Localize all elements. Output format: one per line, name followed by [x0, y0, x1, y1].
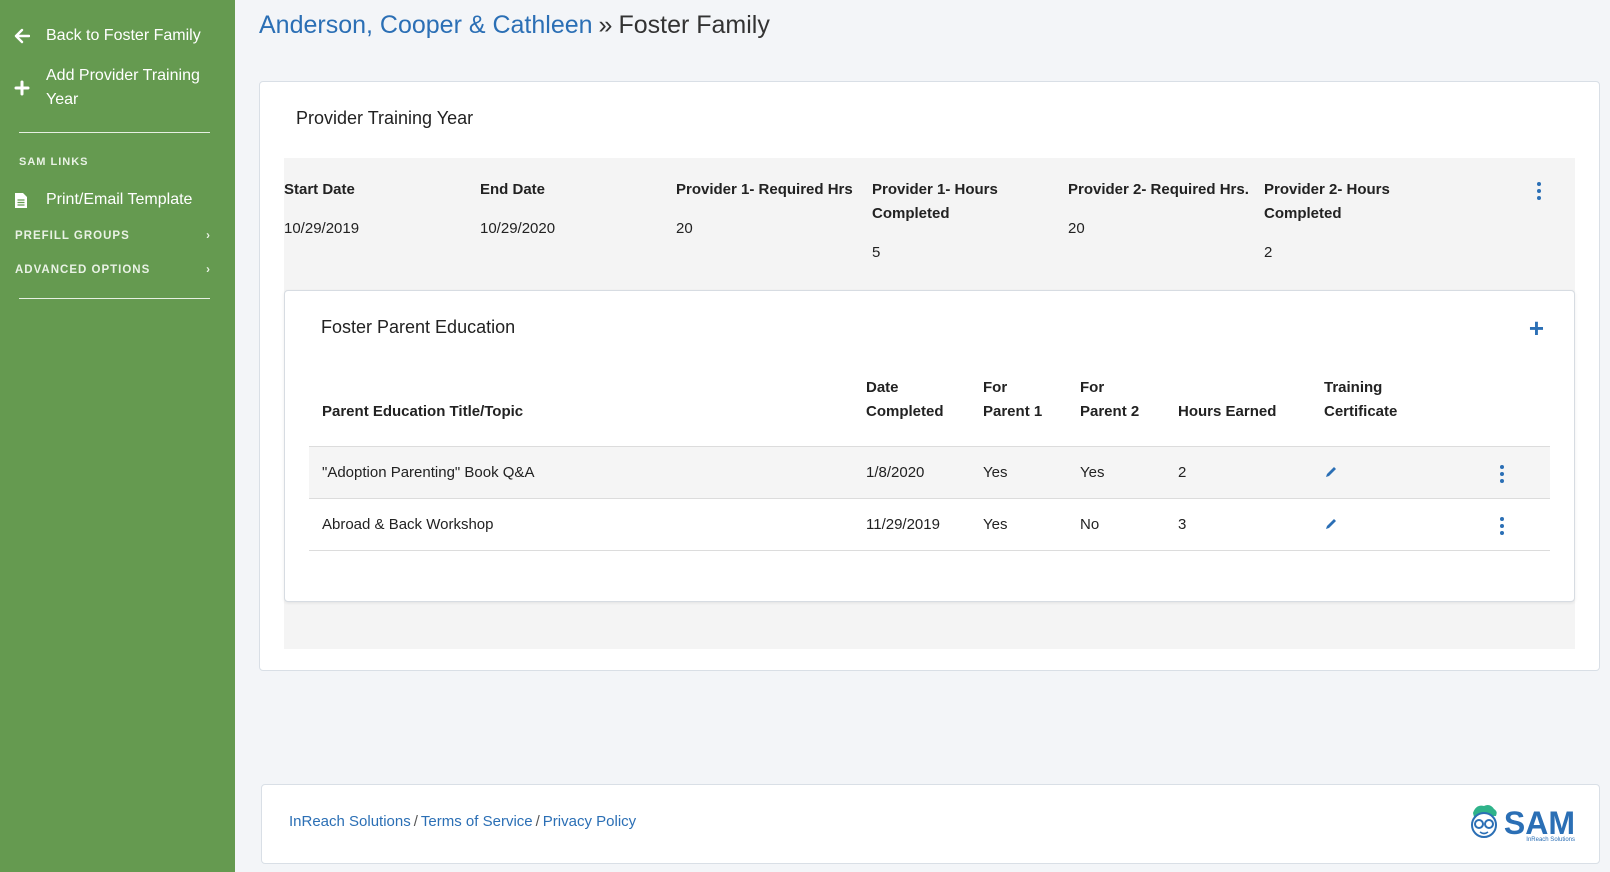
cell-parent1: Yes: [983, 516, 1008, 533]
field-label: Provider 1- Hours Completed: [872, 181, 998, 222]
cell-topic: "Adoption Parenting" Book Q&A: [322, 464, 535, 481]
edit-certificate-pencil-icon[interactable]: [1324, 517, 1338, 531]
print-email-template-label: Print/Email Template: [46, 191, 193, 208]
cell-parent2: Yes: [1080, 464, 1105, 481]
prefill-groups-menu[interactable]: PREFILL GROUPS ›: [15, 230, 211, 242]
header-topic: Parent Education Title/Topic: [322, 403, 524, 420]
field-label: Provider 1- Required Hrs: [676, 181, 853, 198]
footer-links: InReach Solutions / Terms of Service / Priva…: [289, 813, 636, 830]
table-row: "Adoption Parenting" Book Q&A 1/8/2020 Y…: [309, 447, 1550, 499]
field-value: 5: [872, 244, 881, 261]
field-value: 20: [676, 220, 693, 237]
cell-topic: Abroad & Back Workshop: [322, 516, 494, 533]
prefill-groups-label: PREFILL GROUPS: [15, 230, 130, 242]
header-training-certificate: Training Certificate: [1324, 379, 1398, 420]
education-table: Parent Education Title/Topic Date Comple…: [309, 379, 1550, 551]
sam-logo: SAM InReach Solutions: [1468, 803, 1575, 843]
field-label: Provider 2- Hours Completed: [1264, 181, 1390, 222]
cell-date: 11/29/2019: [866, 516, 940, 533]
foster-parent-education-card: Foster Parent Education + Parent Educati…: [284, 290, 1575, 602]
advanced-options-label: ADVANCED OPTIONS: [15, 264, 151, 276]
sidebar-divider: [19, 298, 210, 299]
cell-date: 1/8/2020: [866, 464, 925, 481]
cell-hours: 3: [1178, 516, 1187, 533]
cell-parent1: Yes: [983, 464, 1008, 481]
end-date-field: End Date 10/29/2020: [480, 158, 670, 241]
add-provider-training-year-label: Add Provider Training Year: [46, 67, 200, 108]
privacy-policy-link[interactable]: Privacy Policy: [543, 813, 636, 830]
card-title: Provider Training Year: [296, 108, 474, 128]
field-value: 10/29/2020: [480, 220, 556, 237]
cell-parent2: No: [1080, 516, 1100, 533]
sidebar: Back to Foster Family Add Provider Train…: [0, 0, 235, 872]
advanced-options-menu[interactable]: ADVANCED OPTIONS ›: [15, 264, 211, 276]
sam-mascot-icon: [1470, 805, 1497, 838]
header-hours-earned: Hours Earned: [1178, 403, 1277, 420]
back-to-foster-family-label: Back to Foster Family: [46, 27, 201, 44]
footer: InReach Solutions / Terms of Service / Priva…: [261, 784, 1600, 864]
row-more-options-icon[interactable]: [1497, 517, 1507, 535]
provider2-required-hrs-field: Provider 2- Required Hrs. 20: [1068, 158, 1258, 241]
field-value: 10/29/2019: [284, 220, 360, 237]
cell-hours: 2: [1178, 464, 1187, 481]
header-date-completed: Date Completed: [866, 379, 944, 420]
provider1-hours-completed-field: Provider 1- Hours Completed 5: [872, 158, 1062, 265]
chevron-right-icon: ›: [206, 264, 211, 276]
terms-of-service-link[interactable]: Terms of Service: [421, 813, 533, 830]
row-more-options-icon[interactable]: [1497, 465, 1507, 483]
table-row: Abroad & Back Workshop 11/29/2019 Yes No…: [309, 499, 1550, 551]
training-year-panel: Start Date 10/29/2019 End Date 10/29/202…: [284, 158, 1575, 649]
back-to-foster-family-link[interactable]: Back to Foster Family: [14, 24, 206, 48]
header-for-parent-1: For Parent 1: [983, 379, 1043, 420]
footer-separator: /: [413, 813, 418, 830]
print-email-template-link[interactable]: Print/Email Template: [14, 188, 206, 212]
add-education-plus-icon[interactable]: +: [1529, 315, 1544, 341]
field-value: 2: [1264, 244, 1273, 261]
arrow-left-icon: [14, 24, 46, 48]
sidebar-divider: [19, 132, 210, 133]
plus-icon: [14, 64, 46, 112]
table-header-row: Parent Education Title/Topic Date Comple…: [309, 379, 1550, 447]
edit-certificate-pencil-icon[interactable]: [1324, 465, 1338, 479]
provider1-required-hrs-field: Provider 1- Required Hrs 20: [676, 158, 866, 241]
provider2-hours-completed-field: Provider 2- Hours Completed 2: [1264, 158, 1454, 265]
header-for-parent-2: For Parent 2: [1080, 379, 1140, 420]
field-label: End Date: [480, 181, 546, 198]
field-value: 20: [1068, 220, 1085, 237]
breadcrumb-separator: »: [598, 11, 613, 39]
field-label: Provider 2- Required Hrs.: [1068, 181, 1249, 198]
add-provider-training-year-link[interactable]: Add Provider Training Year: [14, 64, 206, 112]
current-page-label: Foster Family: [618, 11, 770, 39]
sam-links-heading: SAM LINKS: [19, 156, 89, 168]
provider-training-year-card: Provider Training Year Start Date 10/29/…: [259, 81, 1600, 671]
footer-separator: /: [535, 813, 540, 830]
start-date-field: Start Date 10/29/2019: [284, 158, 474, 241]
training-year-more-options-icon[interactable]: [1534, 182, 1544, 200]
page-title: Anderson, Cooper & Cathleen» Foster Famil…: [259, 10, 770, 40]
chevron-right-icon: ›: [206, 230, 211, 242]
sam-logo-subtext: InReach Solutions: [1526, 837, 1575, 843]
field-label: Start Date: [284, 181, 355, 198]
inreach-solutions-link[interactable]: InReach Solutions: [289, 813, 411, 830]
sam-logo-text: SAM: [1503, 805, 1575, 841]
document-icon: [14, 188, 46, 212]
family-breadcrumb-link[interactable]: Anderson, Cooper & Cathleen: [259, 11, 593, 39]
foster-parent-education-title: Foster Parent Education: [321, 317, 516, 337]
